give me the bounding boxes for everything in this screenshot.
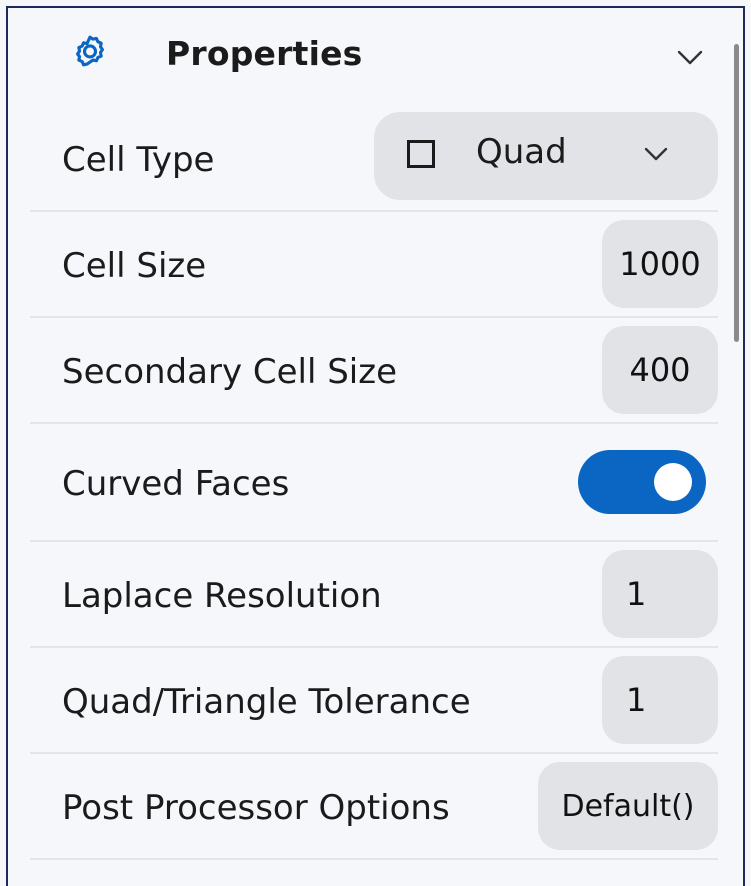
property-row-cell-size: Cell Size 1000 <box>30 212 718 318</box>
laplace-resolution-input[interactable]: 1 <box>602 550 718 638</box>
property-row-laplace-resolution: Laplace Resolution 1 <box>30 542 718 648</box>
toggle-knob <box>654 463 692 501</box>
laplace-resolution-label: Laplace Resolution <box>62 576 382 616</box>
property-row-quad-triangle-tolerance: Quad/Triangle Tolerance 1 <box>30 648 718 754</box>
cell-size-input[interactable]: 1000 <box>602 220 718 308</box>
vertical-scrollbar[interactable] <box>734 44 739 342</box>
secondary-cell-size-input[interactable]: 400 <box>602 326 718 414</box>
post-processor-options-label: Post Processor Options <box>62 788 450 828</box>
cell-type-label: Cell Type <box>62 140 215 180</box>
chevron-down-icon <box>644 147 668 161</box>
quad-triangle-tolerance-input[interactable]: 1 <box>602 656 718 744</box>
cell-type-dropdown[interactable]: Quad <box>374 112 718 200</box>
curved-faces-toggle[interactable] <box>578 450 706 514</box>
property-row-curved-faces: Curved Faces <box>30 424 718 542</box>
post-processor-options-input[interactable]: Default() <box>538 762 718 850</box>
cell-size-label: Cell Size <box>62 246 207 286</box>
cell-type-value: Quad <box>476 132 567 172</box>
property-row-post-processor-options: Post Processor Options Default() <box>30 754 718 860</box>
property-row-secondary-cell-size: Secondary Cell Size 400 <box>30 318 718 424</box>
chevron-down-icon[interactable] <box>674 46 706 68</box>
panel-title: Properties <box>166 34 363 73</box>
curved-faces-label: Curved Faces <box>62 464 290 504</box>
square-outline-icon <box>407 140 435 168</box>
secondary-cell-size-label: Secondary Cell Size <box>62 352 398 392</box>
quad-triangle-tolerance-label: Quad/Triangle Tolerance <box>62 682 471 722</box>
gear-icon <box>75 35 105 67</box>
panel-header[interactable]: Properties <box>8 8 728 104</box>
property-row-cell-type: Cell Type Quad <box>30 106 718 212</box>
